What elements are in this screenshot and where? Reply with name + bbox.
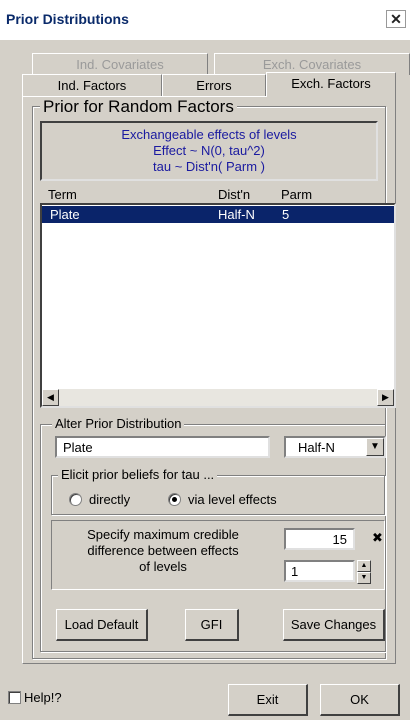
- radio-directly-label: directly: [89, 492, 131, 507]
- ok-button[interactable]: OK: [320, 684, 400, 716]
- spin-down-icon[interactable]: ▼: [357, 572, 371, 584]
- term-field[interactable]: Plate: [55, 436, 270, 458]
- description-line: Effect ~ N(0, tau^2): [153, 143, 265, 158]
- window-title: Prior Distributions: [6, 11, 129, 27]
- radio-directly[interactable]: [69, 493, 82, 506]
- tab-exch-factors[interactable]: Exch. Factors: [266, 72, 396, 97]
- column-header-parm: Parm: [281, 187, 313, 202]
- chevron-down-icon[interactable]: ▼: [366, 438, 384, 456]
- help-label: Help!?: [24, 690, 62, 705]
- description-line: Exchangeable effects of levels: [121, 127, 297, 142]
- term-field-value: Plate: [63, 440, 93, 455]
- scroll-left-icon[interactable]: ◀: [42, 389, 59, 406]
- distribution-select-value: Half-N: [298, 440, 335, 455]
- alter-group-title: Alter Prior Distribution: [52, 416, 185, 431]
- max-difference-input[interactable]: 15: [284, 528, 355, 550]
- close-icon[interactable]: ✕: [386, 10, 406, 28]
- prior-group-title: Prior for Random Factors: [40, 97, 237, 117]
- row-parm: 5: [282, 207, 290, 222]
- exit-button[interactable]: Exit: [228, 684, 308, 716]
- clear-icon[interactable]: ✖: [372, 530, 383, 546]
- terms-list[interactable]: Plate Half-N 5 ◀ ▶: [40, 203, 396, 408]
- scroll-right-icon[interactable]: ▶: [377, 389, 394, 406]
- specify-text: Specify maximum credible: [87, 527, 239, 542]
- radio-dot-icon: [172, 497, 177, 502]
- row-term: Plate: [50, 207, 80, 222]
- distribution-select[interactable]: Half-N ▼: [284, 436, 386, 458]
- tab-ind-factors[interactable]: Ind. Factors: [22, 74, 162, 96]
- row-distn: Half-N: [218, 207, 255, 222]
- description-line: tau ~ Dist'n( Parm ): [153, 159, 265, 174]
- title-bar: Prior Distributions ✕: [0, 0, 410, 40]
- radio-via-level-effects[interactable]: [168, 493, 181, 506]
- column-header-distn: Dist'n: [218, 187, 251, 202]
- help-checkbox[interactable]: [8, 691, 21, 704]
- radio-via-level-effects-label: via level effects: [188, 492, 277, 507]
- tab-errors[interactable]: Errors: [162, 74, 266, 96]
- levels-spinner-input[interactable]: 1: [284, 560, 355, 582]
- specify-text: difference between effects: [87, 543, 239, 558]
- column-header-term: Term: [48, 187, 77, 202]
- max-difference-value: 15: [332, 532, 347, 547]
- elicit-group-title: Elicit prior beliefs for tau ...: [58, 467, 218, 482]
- save-changes-button[interactable]: Save Changes: [283, 609, 385, 641]
- specify-text: of levels: [139, 559, 187, 574]
- load-default-button[interactable]: Load Default: [56, 609, 148, 641]
- levels-spinner-value: 1: [291, 564, 299, 579]
- tab-ind-covariates[interactable]: Ind. Covariates: [32, 53, 208, 75]
- gfi-button[interactable]: GFI: [185, 609, 239, 641]
- horizontal-scrollbar[interactable]: ◀ ▶: [42, 389, 394, 406]
- table-row[interactable]: Plate Half-N 5: [42, 206, 394, 223]
- description-box: Exchangeable effects of levels Effect ~ …: [40, 121, 378, 181]
- spin-up-icon[interactable]: ▲: [357, 560, 371, 572]
